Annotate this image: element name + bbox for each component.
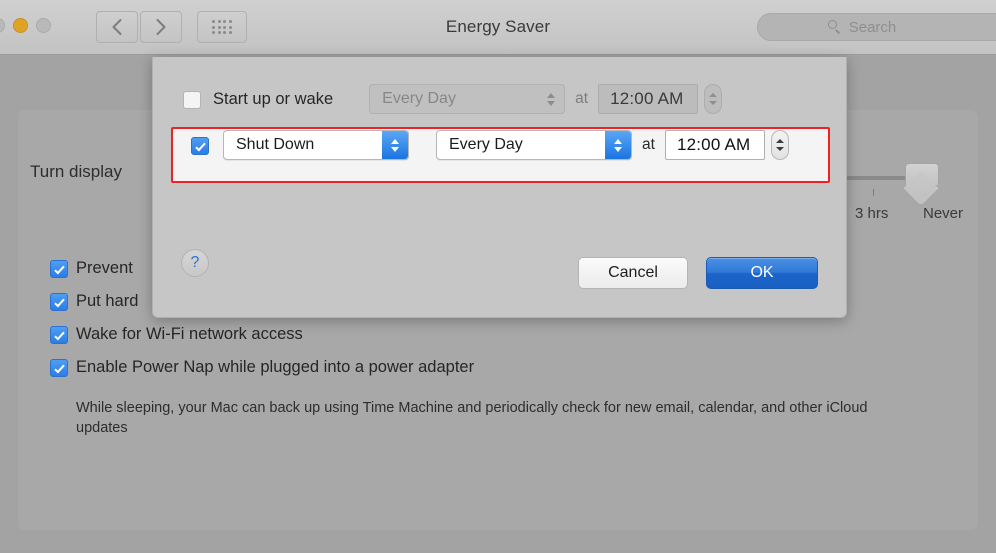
action-time-field[interactable]: 12:00 AM xyxy=(664,130,765,160)
search-placeholder: Search xyxy=(848,18,897,36)
ok-button[interactable]: OK xyxy=(706,257,818,289)
schedule-sheet-dialog: Start up or wake Every Day at 12:00 AM S… xyxy=(152,57,847,318)
checkbox-prevent[interactable] xyxy=(50,260,68,278)
checkbox-label: Put hard xyxy=(76,292,139,310)
cancel-button-label: Cancel xyxy=(608,264,658,281)
action-time-stepper[interactable] xyxy=(770,130,789,160)
startup-repeat-value: Every Day xyxy=(382,90,456,107)
slider-label-left: 3 hrs xyxy=(855,205,889,222)
checkbox-label: Wake for Wi-Fi network access xyxy=(76,325,303,343)
action-time-value: 12:00 AM xyxy=(676,135,751,154)
chevron-updown-icon xyxy=(538,85,564,113)
start-up-or-wake-label: Start up or wake xyxy=(213,89,334,108)
action-popup[interactable]: Shut Down xyxy=(223,130,409,160)
slider-label-right: Never xyxy=(923,205,964,222)
schedule-row-action: Shut Down Every Day at 12:00 AM xyxy=(173,128,789,162)
help-button[interactable]: ? xyxy=(181,249,209,277)
checkbox-wake-for-wifi[interactable] xyxy=(50,326,68,344)
at-label: at xyxy=(575,90,589,107)
action-repeat-value: Every Day xyxy=(449,136,523,153)
startup-time-field[interactable]: 12:00 AM xyxy=(598,84,699,114)
startup-repeat-popup[interactable]: Every Day xyxy=(369,84,566,114)
chevron-updown-icon xyxy=(605,131,631,159)
turn-display-label: Turn display xyxy=(30,162,122,181)
search-icon xyxy=(827,20,842,34)
checkbox-put-hard-disks-to-sleep[interactable] xyxy=(50,293,68,311)
startup-time-stepper[interactable] xyxy=(704,84,723,114)
energy-saver-window: Energy Saver Search Turn display 3 hrs N… xyxy=(0,0,996,553)
slider-thumb[interactable] xyxy=(902,163,940,208)
action-repeat-popup[interactable]: Every Day xyxy=(436,130,632,160)
chevron-updown-icon xyxy=(382,131,408,159)
checkbox-label: Enable Power Nap while plugged into a po… xyxy=(76,358,475,376)
window-toolbar: Energy Saver Search xyxy=(0,0,996,55)
schedule-row-startup: Start up or wake Every Day at 12:00 AM xyxy=(183,82,723,116)
ok-button-label: OK xyxy=(750,264,774,281)
slider-tick-mark xyxy=(873,189,874,196)
power-nap-description: While sleeping, your Mac can back up usi… xyxy=(76,400,868,436)
action-popup-value: Shut Down xyxy=(236,136,315,153)
search-field[interactable]: Search xyxy=(757,13,996,41)
checkbox-label: Prevent xyxy=(76,259,133,277)
display-sleep-slider[interactable]: 3 hrs Never xyxy=(845,163,985,222)
list-item[interactable]: Wake for Wi-Fi network access xyxy=(50,324,474,347)
help-button-label: ? xyxy=(190,254,200,271)
checkbox-shutdown-schedule[interactable] xyxy=(191,137,209,155)
checkbox-start-up-or-wake[interactable] xyxy=(183,91,201,109)
cancel-button[interactable]: Cancel xyxy=(578,257,688,289)
checkbox-enable-power-nap[interactable] xyxy=(50,359,68,377)
startup-time-value: 12:00 AM xyxy=(610,89,684,108)
at-label: at xyxy=(642,136,655,153)
list-item[interactable]: Enable Power Nap while plugged into a po… xyxy=(50,357,474,380)
